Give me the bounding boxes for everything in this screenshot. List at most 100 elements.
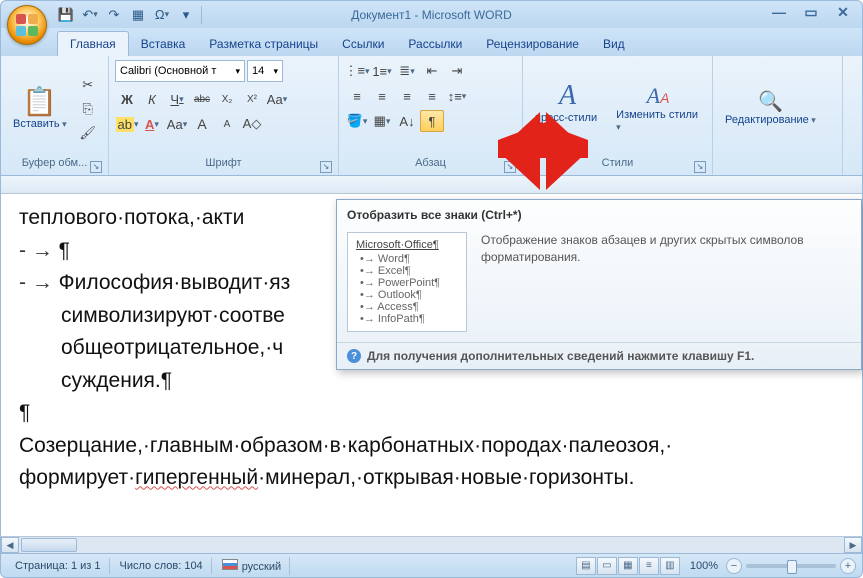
zoom-track[interactable] [746, 564, 836, 568]
view-outline[interactable]: ≡ [639, 557, 659, 575]
clear-format-button[interactable]: A◇ [240, 113, 264, 135]
quick-access-toolbar: 💾 ↶ ↷ ▦ Ω ▾ [55, 4, 204, 26]
tooltip-footer-text: Для получения дополнительных сведений на… [367, 349, 754, 363]
status-wordcount[interactable]: Число слов: 104 [112, 558, 212, 574]
clipboard-launcher[interactable]: ↘ [90, 161, 102, 173]
align-right-button[interactable]: ≡ [395, 85, 419, 107]
tooltip-description: Отображение знаков абзацев и других скры… [481, 232, 851, 332]
font-size-select[interactable]: 14▾ [247, 60, 283, 82]
scroll-left-button[interactable]: ◀ [1, 537, 19, 553]
tab-view[interactable]: Вид [591, 32, 637, 56]
font-color-button[interactable]: A [140, 113, 164, 135]
paste-label: Вставить [13, 118, 67, 130]
font-group-label: Шрифт↘ [115, 157, 332, 175]
copy-icon[interactable]: ⎘ [77, 98, 99, 120]
styles-launcher[interactable]: ↘ [694, 161, 706, 173]
cut-icon[interactable]: ✂ [77, 74, 99, 96]
line-spacing-button[interactable]: ↕≡ [445, 85, 469, 107]
shrink-font-button[interactable]: A [215, 113, 239, 135]
tab-references[interactable]: Ссылки [330, 32, 396, 56]
align-center-button[interactable]: ≡ [370, 85, 394, 107]
office-button[interactable] [7, 5, 47, 45]
sample-heading: Microsoft·Office¶ [356, 239, 458, 251]
titlebar: 💾 ↶ ↷ ▦ Ω ▾ Документ1 - Microsoft WORD —… [0, 0, 863, 28]
horizontal-scrollbar[interactable]: ◀ ▶ [0, 536, 863, 554]
save-icon[interactable]: 💾 [55, 4, 77, 26]
subscript-button[interactable]: X₂ [215, 88, 239, 110]
view-buttons: ▤ ▭ ▦ ≡ ▥ [576, 557, 680, 575]
group-font: Calibri (Основной т▾ 14▾ Ж К Ч abc X₂ X²… [109, 56, 339, 175]
clipboard-group-label: Буфер обм...↘ [7, 157, 102, 175]
tab-layout[interactable]: Разметка страницы [197, 32, 330, 56]
tab-mailings[interactable]: Рассылки [396, 32, 474, 56]
font-name-select[interactable]: Calibri (Основной т▾ [115, 60, 245, 82]
status-language[interactable]: русский [214, 557, 290, 575]
close-button[interactable]: ✕ [830, 3, 856, 21]
quick-styles-label: пресс-стили [535, 112, 600, 136]
decrease-indent-button[interactable]: ⇤ [420, 60, 444, 82]
scroll-right-button[interactable]: ▶ [844, 537, 862, 553]
justify-button[interactable]: ≡ [420, 85, 444, 107]
quick-styles-button[interactable]: A пресс-стили [529, 60, 606, 157]
find-icon: 🔍 [758, 92, 783, 112]
undo-icon[interactable]: ↶ [79, 4, 101, 26]
show-marks-button[interactable]: ¶ [420, 110, 444, 132]
align-left-button[interactable]: ≡ [345, 85, 369, 107]
group-clipboard: 📋 Вставить ✂ ⎘ 🖌 Буфер обм...↘ [1, 56, 109, 175]
borders-button[interactable]: ▦ [370, 110, 394, 132]
increase-indent-button[interactable]: ⇥ [445, 60, 469, 82]
view-print-layout[interactable]: ▤ [576, 557, 596, 575]
ruler[interactable] [1, 176, 862, 194]
statusbar: Страница: 1 из 1 Число слов: 104 русский… [0, 554, 863, 578]
sample-item: •→ Outlook¶ [356, 289, 458, 301]
status-page[interactable]: Страница: 1 из 1 [7, 558, 110, 574]
zoom-out-button[interactable]: − [726, 558, 742, 574]
highlight-button[interactable]: ab [115, 113, 139, 135]
italic-button[interactable]: К [140, 88, 164, 110]
paste-button[interactable]: 📋 Вставить [7, 60, 73, 157]
strike-button[interactable]: abc [190, 88, 214, 110]
doc-line: ¶ [19, 397, 844, 430]
group-paragraph: ⋮≡ 1≡ ≣ ⇤ ⇥ ≡ ≡ ≡ ≡ ↕≡ 🪣 ▦ A↓ ¶ Абзац↘ [339, 56, 523, 175]
minimize-button[interactable]: — [766, 3, 792, 21]
change-styles-button[interactable]: AA Изменить стили [610, 60, 706, 157]
redo-icon[interactable]: ↷ [103, 4, 125, 26]
symbol-icon[interactable]: Ω [151, 4, 173, 26]
numbering-button[interactable]: 1≡ [370, 60, 394, 82]
sample-item: •→ Word¶ [356, 253, 458, 265]
tab-insert[interactable]: Вставка [129, 32, 198, 56]
font-launcher[interactable]: ↘ [320, 161, 332, 173]
view-fullscreen[interactable]: ▭ [597, 557, 617, 575]
text-effects-button[interactable]: Aa [265, 88, 289, 110]
doc-line: Созерцание,·главным·образом·в·карбонатны… [19, 430, 844, 463]
sort-button[interactable]: A↓ [395, 110, 419, 132]
zoom-slider[interactable]: − + [726, 558, 856, 574]
editing-label: Редактирование [725, 114, 816, 126]
quickprint-icon[interactable]: ▦ [127, 4, 149, 26]
sample-item: •→ PowerPoint¶ [356, 277, 458, 289]
flag-icon [222, 559, 238, 570]
shading-button[interactable]: 🪣 [345, 110, 369, 132]
view-web[interactable]: ▦ [618, 557, 638, 575]
para-launcher[interactable]: ↘ [504, 161, 516, 173]
styles-group-label: Стили↘ [529, 157, 706, 175]
view-draft[interactable]: ▥ [660, 557, 680, 575]
tab-home[interactable]: Главная [57, 31, 129, 56]
grow-font-button[interactable]: A [190, 113, 214, 135]
editing-button[interactable]: 🔍 Редактирование [719, 60, 822, 157]
scroll-thumb[interactable] [21, 538, 77, 552]
format-painter-icon[interactable]: 🖌 [77, 122, 99, 144]
bullets-button[interactable]: ⋮≡ [345, 60, 369, 82]
sample-item: •→ InfoPath¶ [356, 313, 458, 325]
qat-customize-icon[interactable]: ▾ [175, 4, 197, 26]
multilevel-button[interactable]: ≣ [395, 60, 419, 82]
superscript-button[interactable]: X² [240, 88, 264, 110]
maximize-button[interactable]: ▭ [798, 3, 824, 21]
underline-button[interactable]: Ч [165, 88, 189, 110]
tooltip-title: Отобразить все знаки (Ctrl+*) [337, 200, 861, 228]
bold-button[interactable]: Ж [115, 88, 139, 110]
tooltip-footer: ? Для получения дополнительных сведений … [337, 342, 861, 369]
tab-review[interactable]: Рецензирование [474, 32, 591, 56]
change-case-button[interactable]: Aa [165, 113, 189, 135]
zoom-in-button[interactable]: + [840, 558, 856, 574]
